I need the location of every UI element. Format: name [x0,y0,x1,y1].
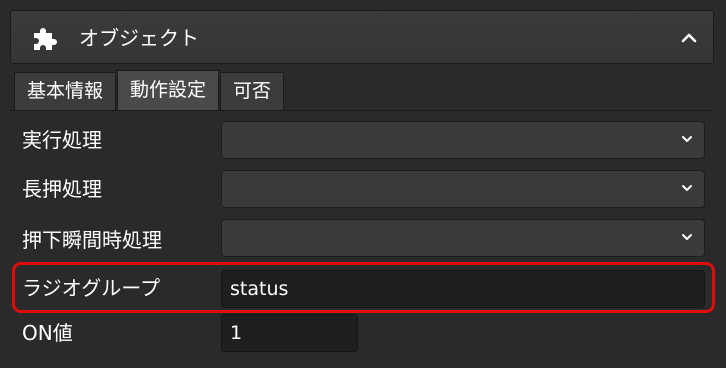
chevron-down-icon [682,185,692,191]
chevron-down-icon [682,136,692,142]
press-moment-label: 押下瞬間時処理 [22,228,162,252]
chevron-down-icon [682,234,692,240]
puzzle-piece-icon [31,24,59,52]
tab-action-settings[interactable]: 動作設定 [117,70,220,110]
press-moment-select[interactable] [221,219,705,257]
tab-basic-info[interactable]: 基本情報 [14,72,117,110]
on-value-input[interactable]: 1 [221,314,358,352]
collapse-button[interactable] [675,24,703,52]
tab-bar: 基本情報 動作設定 可否 [14,70,285,110]
object-properties-panel: オブジェクト 基本情報 動作設定 可否 実行処理 長押処理 押下瞬間時処理 ラジ… [0,0,726,368]
execute-select[interactable] [221,121,705,159]
long-press-label: 長押処理 [22,177,102,201]
chevron-up-icon [681,33,697,43]
radio-group-label: ラジオグループ [22,276,160,300]
on-value-label: ON値 [22,321,73,345]
radio-group-input[interactable]: status [221,270,705,308]
execute-label: 実行処理 [22,128,102,152]
object-section-header[interactable]: オブジェクト [10,10,714,64]
tab-availability[interactable]: 可否 [220,72,285,110]
long-press-select[interactable] [221,170,705,208]
section-title: オブジェクト [79,26,199,50]
